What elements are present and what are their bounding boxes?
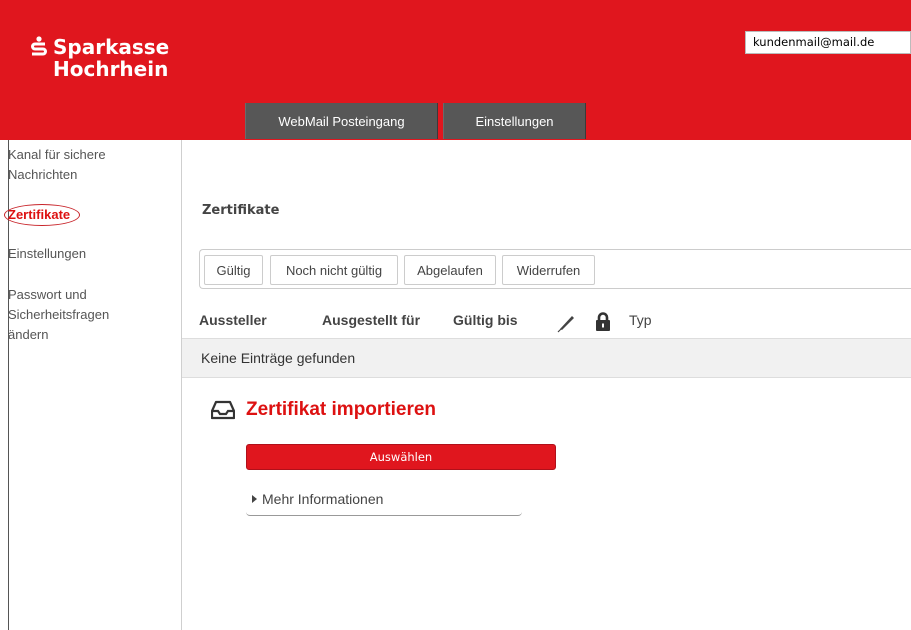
select-file-button[interactable]: Auswählen — [246, 444, 556, 470]
inbox-icon — [210, 400, 236, 420]
page-title: Zertifikate — [202, 203, 280, 218]
column-header-type[interactable]: Typ — [629, 312, 652, 328]
filter-revoked-button[interactable]: Widerrufen — [502, 255, 595, 285]
top-header: Sparkasse Hochrhein kundenmail@mail.de W… — [0, 0, 911, 140]
sidebar-item-certificates[interactable]: Zertifikate — [8, 206, 70, 224]
brand-name-line1: Sparkasse — [53, 35, 170, 59]
sidebar-item-settings[interactable]: Einstellungen — [8, 244, 86, 264]
user-email[interactable]: kundenmail@mail.de — [745, 31, 911, 54]
sidebar-item-password[interactable]: Passwort und Sicherheitsfragen ändern — [8, 285, 109, 345]
tab-settings[interactable]: Einstellungen — [443, 103, 586, 139]
filter-valid-button[interactable]: Gültig — [204, 255, 263, 285]
sidebar-item-label: Sicherheitsfragen — [8, 307, 110, 322]
column-header-issued-to[interactable]: Ausgestellt für — [322, 312, 420, 328]
sidebar-item-label: Nachrichten — [8, 167, 78, 182]
sidebar-item-label: Passwort und — [8, 287, 87, 302]
brand-name-line2: Hochrhein — [53, 57, 169, 81]
more-info-label: Mehr Informationen — [262, 491, 384, 507]
filter-expired-button[interactable]: Abgelaufen — [404, 255, 496, 285]
tab-webmail-inbox[interactable]: WebMail Posteingang — [245, 103, 438, 139]
sidebar-item-label: ändern — [8, 327, 49, 342]
caret-right-icon — [252, 495, 257, 504]
filter-not-yet-valid-button[interactable]: Noch nicht gültig — [270, 255, 398, 285]
sidebar-item-label: Kanal für sichere — [8, 147, 106, 162]
pen-icon[interactable] — [556, 313, 578, 338]
sidebar-divider — [181, 140, 182, 630]
more-info-toggle[interactable]: Mehr Informationen — [246, 486, 522, 516]
column-header-valid-until[interactable]: Gültig bis — [453, 312, 518, 328]
empty-table-message: Keine Einträge gefunden — [182, 338, 911, 378]
sparkasse-s-icon — [30, 36, 48, 58]
lock-icon[interactable] — [595, 312, 611, 337]
sparkasse-logo[interactable]: Sparkasse Hochrhein — [30, 36, 169, 80]
sidebar-item-secure-channel[interactable]: Kanal für sichere Nachrichten — [8, 145, 106, 185]
column-header-issuer[interactable]: Aussteller — [199, 312, 267, 328]
import-certificate-heading: Zertifikat importieren — [246, 399, 437, 420]
